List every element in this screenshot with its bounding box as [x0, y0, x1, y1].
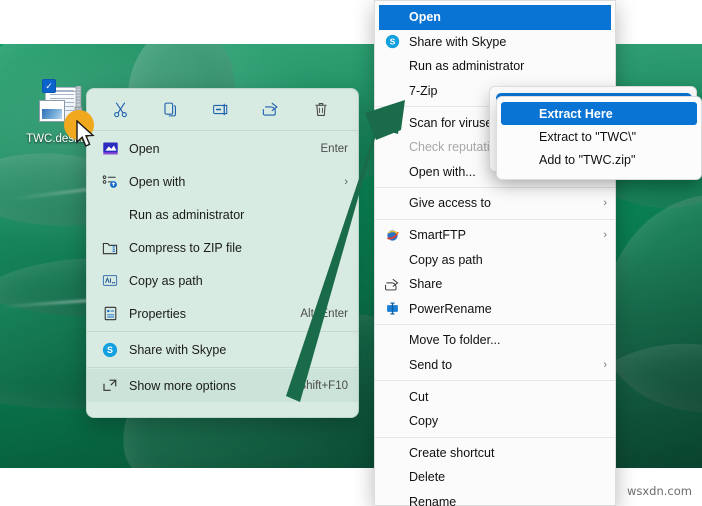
svg-text:S: S	[389, 37, 395, 47]
menu-separator	[87, 367, 358, 368]
delete-icon[interactable]	[306, 96, 336, 122]
menu-item-label: Delete	[409, 470, 446, 485]
menu-separator	[375, 436, 615, 438]
menu-separator	[375, 324, 615, 326]
compress-zip-icon	[97, 240, 123, 255]
menu-item-give-access-to[interactable]: Give access to ›	[375, 191, 615, 216]
menu-separator	[87, 130, 358, 131]
submenu-item-extract-to-folder[interactable]: Extract to "TWC\"	[497, 125, 701, 148]
menu-item-show-more-options[interactable]: Show more options Shift+F10	[87, 369, 358, 402]
menu-item-accelerator: Enter	[320, 142, 349, 155]
copy-icon[interactable]	[155, 96, 185, 122]
mouse-cursor	[64, 110, 110, 156]
menu-item-powerrename[interactable]: PowerRename	[375, 297, 615, 322]
menu-item-open[interactable]: Open	[379, 5, 611, 30]
submenu-item-extract-here[interactable]: Extract Here	[501, 102, 697, 125]
menu-item-label: PowerRename	[409, 301, 492, 316]
powerrename-icon	[379, 301, 405, 316]
menu-item-label: Show more options	[129, 378, 237, 393]
menu-item-copy[interactable]: Copy	[375, 409, 615, 434]
chevron-right-icon: ›	[603, 359, 607, 372]
menu-item-share-with-skype[interactable]: S Share with Skype	[87, 333, 358, 366]
more-options-icon	[97, 378, 123, 393]
chevron-right-icon: ›	[344, 175, 348, 188]
menu-item-label: Compress to ZIP file	[129, 240, 243, 255]
menu-item-run-as-administrator[interactable]: Run as administrator	[375, 54, 615, 79]
menu-item-label: Share with Skype	[129, 342, 227, 357]
menu-item-label: Properties	[129, 306, 186, 321]
menu-item-copy-as-path[interactable]: Copy as path	[87, 264, 358, 297]
menu-separator	[375, 380, 615, 382]
submenu-item-add-to-zip[interactable]: Add to "TWC.zip"	[497, 148, 701, 171]
menu-item-label: Cut	[409, 389, 429, 404]
context-menu-toolbar	[87, 89, 358, 129]
share-icon[interactable]	[256, 96, 286, 122]
menu-item-create-shortcut[interactable]: Create shortcut	[375, 441, 615, 466]
menu-item-share[interactable]: Share	[375, 272, 615, 297]
smartftp-icon	[379, 228, 405, 243]
copy-path-icon	[97, 273, 123, 288]
menu-item-open[interactable]: Open Enter	[87, 132, 358, 165]
menu-item-label: Open with	[129, 174, 186, 189]
menu-item-label: Run as administrator	[129, 207, 245, 222]
menu-item-label: Run as administrator	[409, 59, 525, 74]
site-watermark: wsxdn.com	[626, 484, 692, 498]
properties-icon	[97, 306, 123, 321]
chevron-right-icon: ›	[603, 197, 607, 210]
menu-item-send-to[interactable]: Send to ›	[375, 353, 615, 378]
menu-separator	[375, 218, 615, 220]
menu-item-label: Open	[129, 141, 160, 156]
menu-item-label: Rename	[409, 494, 457, 506]
menu-item-run-as-administrator[interactable]: Run as administrator	[87, 198, 358, 231]
selection-checkbox[interactable]: ✓	[42, 79, 56, 93]
menu-item-share-with-skype[interactable]: S Share with Skype	[375, 30, 615, 55]
menu-item-label: Send to	[409, 358, 453, 373]
menu-item-delete[interactable]: Delete	[375, 465, 615, 490]
menu-item-label: Share	[409, 277, 443, 292]
menu-item-label: Share with Skype	[409, 34, 507, 49]
menu-item-open-with[interactable]: Open with ›	[87, 165, 358, 198]
menu-item-copy-as-path[interactable]: Copy as path	[375, 247, 615, 272]
windows-11-context-menu[interactable]: Open Enter Open with › Run as administra…	[86, 88, 359, 418]
menu-item-accelerator: Shift+F10	[298, 379, 348, 392]
skype-icon: S	[97, 342, 123, 358]
menu-item-label: Open	[409, 10, 441, 25]
cursor-arrow-icon	[76, 120, 95, 147]
menu-item-cut[interactable]: Cut	[375, 384, 615, 409]
menu-separator	[375, 187, 615, 189]
menu-item-properties[interactable]: Properties Alt+Enter	[87, 297, 358, 330]
menu-item-label: Copy as path	[409, 252, 483, 267]
chevron-right-icon: ›	[603, 229, 607, 242]
open-with-icon	[97, 174, 123, 189]
skype-icon: S	[379, 34, 405, 49]
rename-icon[interactable]	[206, 96, 236, 122]
classic-shell-context-menu[interactable]: Open S Share with Skype Run as administr…	[374, 0, 616, 506]
menu-item-compress-to-zip[interactable]: Compress to ZIP file	[87, 231, 358, 264]
menu-item-smartftp[interactable]: SmartFTP ›	[375, 223, 615, 248]
menu-item-label: Create shortcut	[409, 445, 495, 460]
7-zip-submenu[interactable]: Extract Here Extract to "TWC\" Add to "T…	[496, 96, 702, 180]
menu-item-accelerator: Alt+Enter	[300, 307, 348, 320]
menu-item-label: Copy as path	[129, 273, 203, 288]
share-icon	[379, 277, 405, 292]
screenshot-root: ✓ TWC.desktop Open Enter Open with › Run…	[0, 0, 702, 506]
menu-item-label: Move To folder...	[409, 333, 501, 348]
zip-thumbnail	[39, 100, 65, 122]
menu-item-rename[interactable]: Rename	[375, 490, 615, 506]
menu-separator	[87, 331, 358, 332]
menu-item-label: Give access to	[409, 196, 491, 211]
svg-text:S: S	[107, 345, 113, 355]
menu-item-label: SmartFTP	[409, 228, 466, 243]
menu-item-label: Copy	[409, 414, 439, 429]
shield-icon	[379, 115, 405, 130]
menu-item-move-to-folder[interactable]: Move To folder...	[375, 328, 615, 353]
